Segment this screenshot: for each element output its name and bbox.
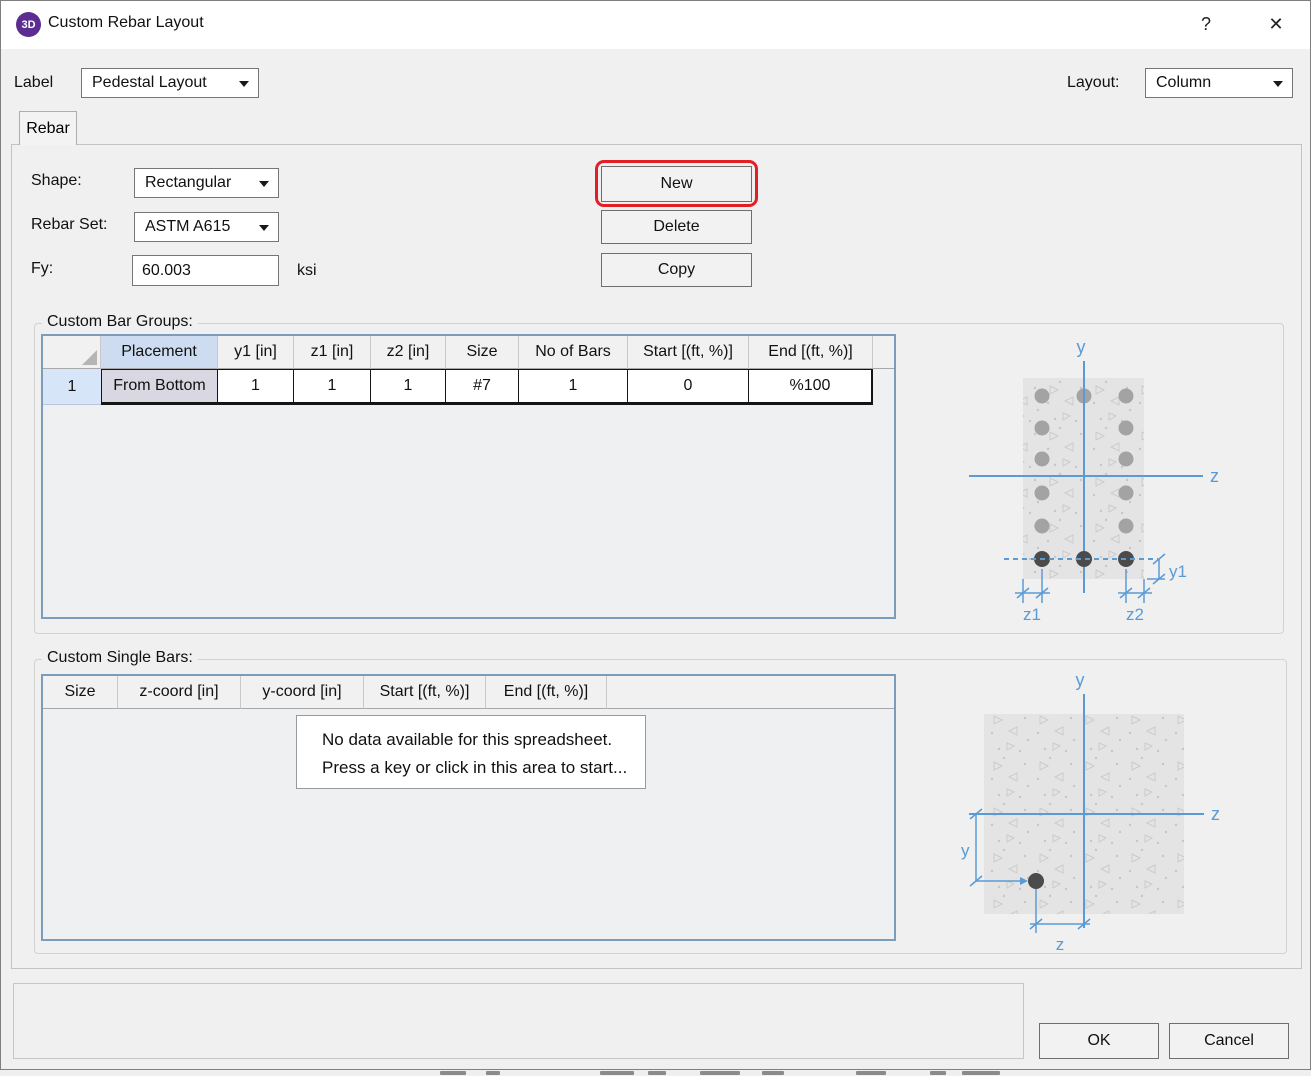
- custom-bar-groups-title: Custom Bar Groups:: [42, 313, 198, 331]
- label-combobox[interactable]: Pedestal Layout: [81, 68, 259, 98]
- select-all-corner-cell[interactable]: [43, 336, 101, 369]
- column-header-placement[interactable]: Placement: [101, 336, 218, 369]
- layout-caption: Layout:: [1067, 74, 1119, 92]
- app-3d-icon: 3D: [16, 12, 41, 37]
- svg-text:z1: z1: [1023, 605, 1041, 624]
- label-caption: Label: [14, 74, 53, 92]
- delete-button[interactable]: Delete: [601, 210, 752, 244]
- layout-combobox[interactable]: Column: [1145, 68, 1293, 98]
- bar-groups-header-row: Placement y1 [in] z1 [in] z2 [in] Size N…: [43, 336, 894, 369]
- help-button[interactable]: ?: [1189, 9, 1223, 39]
- cell-y1[interactable]: 1: [218, 369, 294, 405]
- svg-text:z: z: [1210, 466, 1219, 486]
- copy-button[interactable]: Copy: [601, 253, 752, 287]
- column-header-end[interactable]: End [(ft, %)]: [749, 336, 873, 369]
- cell-size[interactable]: #7: [446, 369, 519, 405]
- fy-input-value: 60.003: [142, 262, 191, 280]
- fy-input[interactable]: 60.003: [132, 255, 279, 286]
- bar-groups-row-1: 1 From Bottom 1 1 1 #7 1 0 %100: [43, 369, 894, 405]
- column-header-y-coord[interactable]: y-coord [in]: [241, 676, 364, 709]
- empty-message-line2: Press a key or click in this area to sta…: [322, 754, 645, 782]
- column-header-start[interactable]: Start [(ft, %)]: [364, 676, 486, 709]
- column-header-z1[interactable]: z1 [in]: [294, 336, 371, 369]
- screen: 3D Custom Rebar Layout ? ✕ Label Pedesta…: [0, 0, 1311, 1076]
- chevron-down-icon: [259, 181, 269, 187]
- window-title: Custom Rebar Layout: [48, 14, 204, 32]
- cancel-button[interactable]: Cancel: [1169, 1023, 1289, 1059]
- background-app-strip: [0, 1070, 1311, 1076]
- custom-rebar-layout-dialog: 3D Custom Rebar Layout ? ✕ Label Pedesta…: [0, 0, 1311, 1070]
- chevron-down-icon: [259, 225, 269, 231]
- column-header-z2[interactable]: z2 [in]: [371, 336, 446, 369]
- select-all-triangle-icon: [82, 350, 97, 365]
- custom-single-bars-title: Custom Single Bars:: [42, 649, 198, 667]
- empty-message-line1: No data available for this spreadsheet.: [322, 726, 645, 754]
- chevron-down-icon: [239, 81, 249, 87]
- layout-combobox-value: Column: [1156, 74, 1211, 92]
- shape-combobox-value: Rectangular: [145, 174, 231, 192]
- rebar-set-combobox-value: ASTM A615: [145, 218, 230, 236]
- column-header-size[interactable]: Size: [446, 336, 519, 369]
- bar-groups-cross-section-diagram: y z y1 z1 z2: [951, 331, 1291, 631]
- rebar-set-caption: Rebar Set:: [31, 216, 107, 234]
- new-button[interactable]: New: [601, 166, 752, 202]
- tab-rebar[interactable]: Rebar: [19, 111, 77, 145]
- single-bars-cross-section-diagram: y z y z: [941, 661, 1291, 961]
- chevron-down-icon: [1273, 81, 1283, 87]
- close-button[interactable]: ✕: [1259, 9, 1293, 39]
- row-header-1[interactable]: 1: [43, 369, 101, 405]
- shape-combobox[interactable]: Rectangular: [134, 168, 279, 198]
- fy-caption: Fy:: [31, 260, 53, 278]
- shape-caption: Shape:: [31, 172, 82, 190]
- column-header-filler: [607, 676, 894, 709]
- cell-end[interactable]: %100: [749, 369, 873, 405]
- status-message-box: [13, 983, 1024, 1059]
- svg-text:y: y: [1077, 337, 1086, 357]
- svg-text:y1: y1: [1169, 562, 1187, 581]
- svg-text:z: z: [1211, 804, 1220, 824]
- cell-start[interactable]: 0: [628, 369, 749, 405]
- cell-placement[interactable]: From Bottom: [101, 369, 218, 405]
- cell-z2[interactable]: 1: [371, 369, 446, 405]
- ok-button[interactable]: OK: [1039, 1023, 1159, 1059]
- svg-text:y: y: [1076, 670, 1085, 690]
- label-combobox-value: Pedestal Layout: [92, 74, 207, 92]
- column-header-start[interactable]: Start [(ft, %)]: [628, 336, 749, 369]
- column-header-y1[interactable]: y1 [in]: [218, 336, 294, 369]
- fy-unit: ksi: [297, 262, 317, 280]
- column-header-filler: [873, 336, 894, 369]
- svg-text:z2: z2: [1126, 605, 1144, 624]
- svg-text:z: z: [1056, 935, 1065, 954]
- cell-no-of-bars[interactable]: 1: [519, 369, 628, 405]
- cell-z1[interactable]: 1: [294, 369, 371, 405]
- bar-groups-grid[interactable]: Placement y1 [in] z1 [in] z2 [in] Size N…: [41, 334, 896, 619]
- column-header-z-coord[interactable]: z-coord [in]: [118, 676, 241, 709]
- column-header-end[interactable]: End [(ft, %)]: [486, 676, 607, 709]
- column-header-size[interactable]: Size: [43, 676, 118, 709]
- spreadsheet-empty-message[interactable]: No data available for this spreadsheet. …: [296, 715, 646, 789]
- column-header-no-of-bars[interactable]: No of Bars: [519, 336, 628, 369]
- single-bars-header-row: Size z-coord [in] y-coord [in] Start [(f…: [43, 676, 894, 709]
- rebar-set-combobox[interactable]: ASTM A615: [134, 212, 279, 242]
- title-bar[interactable]: 3D Custom Rebar Layout ? ✕: [1, 1, 1310, 49]
- svg-text:y: y: [961, 841, 970, 860]
